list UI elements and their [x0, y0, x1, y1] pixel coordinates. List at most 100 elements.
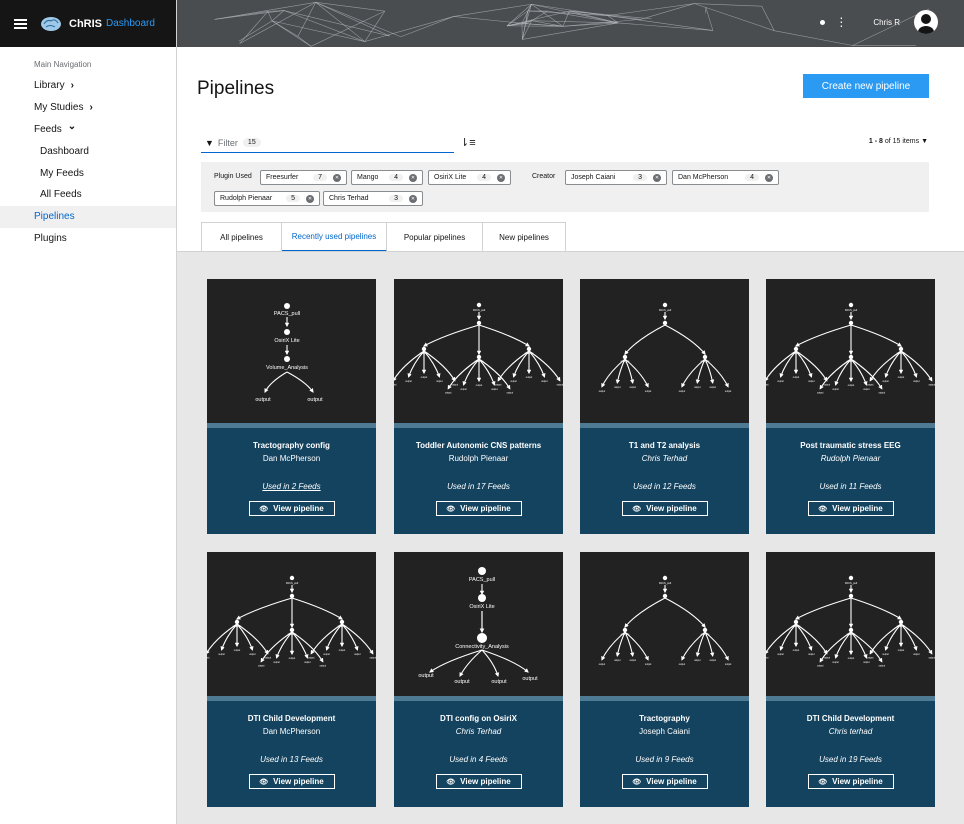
card-body: T1 and T2 analysis Chris Terhad Used in 12…	[580, 428, 749, 534]
svg-text:output: output	[725, 663, 732, 666]
eye-icon: 👁	[632, 777, 642, 786]
filter-input[interactable]: ▼ Filter 15	[201, 133, 454, 153]
pipeline-author: Rudolph Pienaar	[448, 454, 509, 463]
view-pipeline-button[interactable]: 👁 View pipeline	[248, 501, 335, 516]
remove-chip-icon[interactable]: ✕	[653, 173, 661, 182]
sidebar-item-label: My Feeds	[40, 167, 84, 179]
create-pipeline-button[interactable]: Create new pipeline	[803, 74, 929, 98]
sort-icon[interactable]: ⇂≡	[460, 136, 476, 149]
pipeline-title: DTI Child Development	[806, 714, 895, 723]
card-body: DTI config on OsiriX Chris Terhad Used in …	[394, 701, 563, 807]
sidebar-item-my-studies[interactable]: My Studies ›	[0, 97, 176, 119]
pipeline-card[interactable]: PACS_pullanalysisoutputoutputoutputoutpu…	[766, 279, 935, 534]
svg-text:output: output	[421, 376, 428, 379]
pipeline-author: Dan McPherson	[262, 727, 321, 736]
pipeline-diagram: PACS_pullanalysisoutputoutputoutputoutpu…	[599, 575, 732, 666]
chip-count: 7	[313, 174, 327, 181]
pipeline-card[interactable]: PACS_pullanalysisoutputoutputoutputoutpu…	[580, 279, 749, 534]
card-body: Toddler Autonomic CNS patterns Rudolph Pi…	[394, 428, 563, 534]
hamburger-menu-icon[interactable]	[14, 18, 27, 29]
sidebar-item-feeds[interactable]: Feeds ⌄	[0, 119, 176, 141]
svg-text:output: output	[832, 388, 839, 391]
svg-text:output: output	[710, 659, 717, 662]
svg-text:output: output	[645, 390, 652, 393]
view-pipeline-button[interactable]: 👁 View pipeline	[248, 774, 335, 789]
diagram-node-label: PACS_pull	[469, 577, 495, 583]
pipeline-diagram: PACS_pull OsiriX Lite Connectivity_Analysi…	[418, 567, 538, 685]
svg-text:output: output	[249, 653, 256, 656]
tab-recently-used-pipelines[interactable]: Recently used pipelines	[282, 222, 387, 252]
pipeline-diagram: PACS_pullanalysisoutputoutputoutputoutpu…	[599, 302, 732, 393]
sidebar-item-library[interactable]: Library ›	[0, 75, 176, 97]
svg-text:output: output	[526, 376, 533, 379]
svg-text:output: output	[273, 661, 280, 664]
pipeline-gallery: PACS_pull OsiriX Lite Volume_Analysis outpu…	[177, 252, 964, 824]
pipeline-card[interactable]: PACS_pull OsiriX Lite Volume_Analysis outpu…	[207, 279, 376, 534]
pipeline-thumbnail: PACS_pullanalysisoutputoutputoutputoutpu…	[580, 279, 749, 423]
sidebar-item-my-feeds[interactable]: My Feeds	[0, 162, 176, 184]
svg-text:output: output	[258, 665, 265, 668]
remove-chip-icon[interactable]: ✕	[409, 194, 417, 203]
svg-text:output: output	[218, 653, 225, 656]
remove-chip-icon[interactable]: ✕	[497, 173, 505, 182]
view-pipeline-button[interactable]: 👁 View pipeline	[435, 774, 522, 789]
view-pipeline-button[interactable]: 👁 View pipeline	[435, 501, 522, 516]
filter-chip: Rudolph Pienaar 5 ✕	[214, 191, 320, 206]
chevron-down-icon: ⌄	[67, 120, 77, 132]
svg-text:output: output	[863, 661, 870, 664]
view-pipeline-label: View pipeline	[646, 777, 697, 786]
remove-chip-icon[interactable]: ✕	[306, 194, 314, 203]
svg-text:output: output	[694, 386, 701, 389]
svg-text:output: output	[777, 653, 784, 656]
sidebar-item-dashboard[interactable]: Dashboard	[0, 140, 176, 162]
usage-count: Used in 13 Feeds	[260, 755, 323, 764]
svg-text:output: output	[913, 653, 920, 656]
view-pipeline-button[interactable]: 👁 View pipeline	[807, 774, 894, 789]
kebab-menu-icon[interactable]: ⋮	[835, 15, 847, 29]
pipeline-card[interactable]: PACS_pullanalysisoutputoutputoutputoutpu…	[766, 552, 935, 807]
view-pipeline-button[interactable]: 👁 View pipeline	[621, 501, 708, 516]
remove-chip-icon[interactable]: ✕	[333, 173, 341, 182]
user-avatar-icon[interactable]	[914, 10, 938, 34]
user-name[interactable]: Chris R	[873, 18, 900, 27]
remove-chip-icon[interactable]: ✕	[765, 173, 773, 182]
svg-text:output: output	[793, 649, 800, 652]
notification-dot-icon[interactable]	[820, 19, 826, 25]
tab-all-pipelines[interactable]: All pipelines	[201, 222, 282, 252]
view-pipeline-label: View pipeline	[273, 777, 324, 786]
sidebar-item-plugins[interactable]: Plugins	[0, 228, 176, 250]
chip-controls: 4 ✕	[739, 173, 773, 182]
pipeline-card[interactable]: PACS_pullanalysisoutputoutputoutputoutpu…	[580, 552, 749, 807]
svg-text:output: output	[766, 657, 769, 660]
pagination-toggle[interactable]: 1 - 8 of 15 items ▼	[869, 138, 928, 145]
view-pipeline-label: View pipeline	[832, 777, 883, 786]
page-title: Pipelines	[197, 78, 275, 99]
app: ChRIS Dashboard Main Navigation Library ›…	[0, 0, 964, 824]
svg-text:output: output	[766, 384, 769, 387]
view-pipeline-label: View pipeline	[460, 777, 511, 786]
svg-text:output: output	[207, 657, 210, 660]
tab-new-pipelines[interactable]: New pipelines	[483, 222, 566, 252]
chevron-right-icon: ›	[70, 80, 74, 92]
sidebar-item-all-feeds[interactable]: All Feeds	[0, 184, 176, 206]
svg-text:output: output	[679, 390, 686, 393]
usage-count[interactable]: Used in 2 Feeds	[207, 482, 376, 491]
pipeline-title: DTI Child Development	[247, 714, 336, 723]
tab-popular-pipelines[interactable]: Popular pipelines	[387, 222, 483, 252]
diagram-node-label: OsiriX Lite	[469, 604, 494, 610]
pipeline-card[interactable]: PACS_pullanalysisoutputoutputoutputoutpu…	[394, 279, 563, 534]
sidebar-item-pipelines[interactable]: Pipelines	[0, 205, 176, 228]
diagram-node-label: output	[255, 397, 271, 403]
svg-text:output: output	[694, 659, 701, 662]
svg-text:output: output	[445, 392, 452, 395]
pipeline-thumbnail: PACS_pullanalysisoutputoutputoutputoutpu…	[766, 552, 935, 696]
pipeline-card[interactable]: PACS_pullanalysisoutputoutputoutputoutpu…	[207, 552, 376, 807]
filter-chip: Dan McPherson 4 ✕	[672, 170, 779, 185]
eye-icon: 👁	[446, 504, 456, 513]
pipeline-title: Tractography	[639, 714, 690, 723]
pipeline-card[interactable]: PACS_pull OsiriX Lite Connectivity_Analysi…	[394, 552, 563, 807]
view-pipeline-button[interactable]: 👁 View pipeline	[807, 501, 894, 516]
filter-chip: Mango 4 ✕	[351, 170, 423, 185]
view-pipeline-button[interactable]: 👁 View pipeline	[621, 774, 708, 789]
remove-chip-icon[interactable]: ✕	[409, 173, 417, 182]
